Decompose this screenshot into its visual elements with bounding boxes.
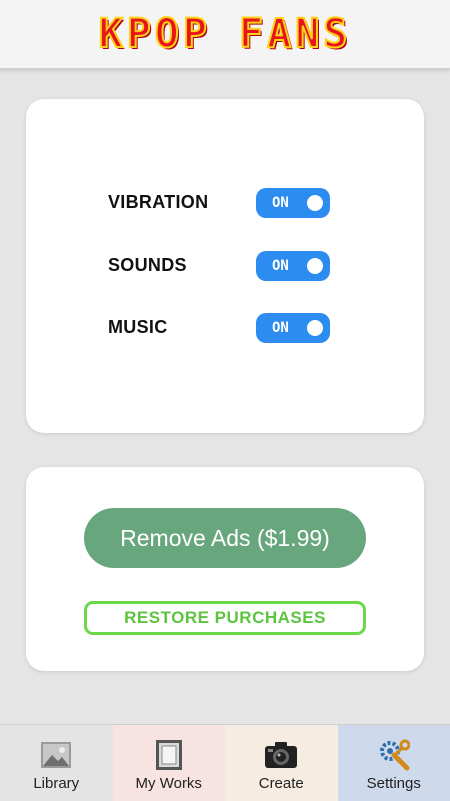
toggle-knob [307,195,323,211]
toggle-knob [307,258,323,274]
tab-library[interactable]: Library [0,725,113,801]
vibration-toggle[interactable]: ON [256,188,330,218]
restore-purchases-button[interactable]: RESTORE PURCHASES [84,601,366,635]
frame-icon [152,739,186,771]
library-icon [39,739,73,771]
settings-card: VIBRATION ON SOUNDS ON MUSIC ON [26,99,424,433]
music-label: MUSIC [108,317,168,338]
sounds-toggle-state: ON [272,258,289,274]
tab-create-label: Create [259,775,304,792]
bottom-tab-bar: Library My Works Create [0,724,450,801]
app-logo: KPOP FANS [99,11,352,57]
sounds-toggle[interactable]: ON [256,251,330,281]
vibration-toggle-state: ON [272,195,289,211]
purchase-card: Remove Ads ($1.99) RESTORE PURCHASES [26,467,424,671]
tab-my-works-label: My Works [136,775,202,792]
vibration-row: VIBRATION ON [108,188,332,218]
camera-icon [264,739,298,771]
app-header: KPOP FANS [0,0,450,69]
vibration-label: VIBRATION [108,192,208,213]
gear-wrench-icon [377,739,411,771]
tab-settings-label: Settings [367,775,421,792]
tab-create[interactable]: Create [225,725,338,801]
sounds-label: SOUNDS [108,255,187,276]
tab-my-works[interactable]: My Works [113,725,226,801]
music-row: MUSIC ON [108,313,332,343]
sounds-row: SOUNDS ON [108,251,332,281]
music-toggle[interactable]: ON [256,313,330,343]
music-toggle-state: ON [272,320,289,336]
remove-ads-button[interactable]: Remove Ads ($1.99) [84,508,366,568]
tab-settings[interactable]: Settings [338,725,450,801]
toggle-knob [307,320,323,336]
tab-library-label: Library [33,775,79,792]
